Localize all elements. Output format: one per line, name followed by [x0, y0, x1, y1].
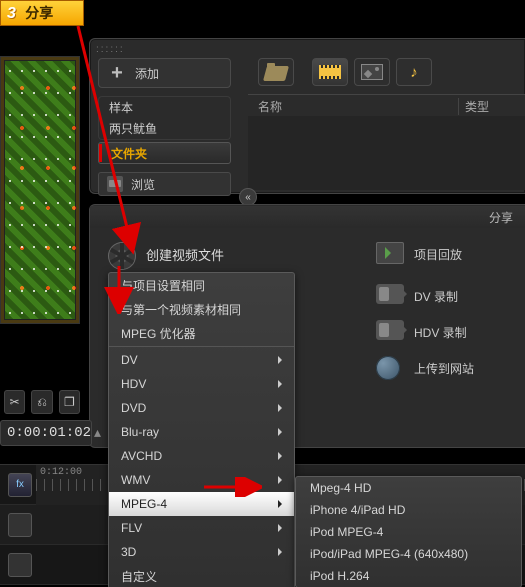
timecode[interactable]: 0:00:01:02 ▴ — [0, 420, 92, 446]
create-video-file[interactable]: 创建视频文件 — [108, 242, 224, 266]
menu-item-same-first[interactable]: 与第一个视频素材相同 — [109, 297, 294, 321]
media-type-bar: ♪ — [248, 55, 525, 89]
menu-item-3d[interactable]: 3D — [109, 540, 294, 564]
menu-item-wmv[interactable]: WMV — [109, 468, 294, 492]
camera-icon — [376, 284, 404, 304]
mpeg4-submenu: Mpeg-4 HDiPhone 4/iPad HDiPod MPEG-4iPod… — [295, 476, 522, 587]
timeline-tools: ✂ ⎌ ❐ — [0, 390, 80, 414]
menu-item-mpeg4[interactable]: MPEG-4 — [109, 492, 294, 516]
step-number: 3 — [7, 5, 16, 22]
globe-icon — [376, 356, 400, 380]
fx-track-icon: fx — [8, 473, 32, 497]
upload-to-web[interactable]: 上传到网站 — [376, 356, 474, 380]
menu-item-dvd[interactable]: DVD — [109, 396, 294, 420]
split-icon: ⎌ — [37, 395, 47, 410]
camera-icon — [376, 320, 404, 340]
submenu-item-ipodmp4[interactable]: iPod MPEG-4 — [296, 521, 521, 543]
menu-item-mpeg-opt[interactable]: MPEG 优化器 — [109, 321, 294, 345]
video-preview[interactable] — [0, 56, 80, 324]
track-icon — [8, 553, 32, 577]
step-share-tag: 3 分享 — [0, 0, 84, 26]
submenu-item-ipodipad[interactable]: iPod/iPad MPEG-4 (640x480) — [296, 543, 521, 565]
copy-tool[interactable]: ❐ — [59, 390, 80, 414]
submenu-item-ipod264[interactable]: iPod H.264 — [296, 565, 521, 587]
add-label: 添加 — [135, 65, 159, 82]
list-body[interactable] — [248, 116, 525, 190]
col-type[interactable]: 类型 — [458, 98, 525, 115]
library-sample[interactable]: 样本 — [98, 96, 231, 118]
menu-item-avchd[interactable]: AVCHD — [109, 444, 294, 468]
scissors-icon: ✂ — [10, 395, 20, 409]
track-icon — [8, 513, 32, 537]
add-button[interactable]: + 添加 — [98, 58, 231, 88]
music-icon: ♪ — [410, 64, 418, 81]
menu-item-flv[interactable]: FLV — [109, 516, 294, 540]
split-tool[interactable]: ⎌ — [31, 390, 52, 414]
plus-icon: + — [107, 63, 127, 83]
copy-icon: ❐ — [64, 395, 75, 409]
create-video-menu: 与项目设置相同与第一个视频素材相同MPEG 优化器 DVHDVDVDBlu-ray… — [108, 272, 295, 587]
browse-icon — [107, 176, 123, 192]
share-panel-header: 分享 — [90, 206, 525, 228]
reel-icon — [108, 242, 136, 270]
browse-button[interactable]: 浏览 — [98, 172, 231, 196]
library-squid[interactable]: 两只鱿鱼 — [98, 118, 231, 140]
folder-button[interactable] — [258, 58, 294, 86]
list-header: 名称 类型 — [248, 94, 525, 118]
film-icon — [319, 65, 341, 79]
audio-filter-button[interactable]: ♪ — [396, 58, 432, 86]
cut-tool[interactable]: ✂ — [4, 390, 25, 414]
menu-separator — [109, 346, 294, 347]
col-name[interactable]: 名称 — [248, 98, 458, 115]
menu-item-custom[interactable]: 自定义 — [109, 564, 294, 587]
selection-marker — [99, 144, 102, 162]
submenu-item-mp4hd[interactable]: Mpeg-4 HD — [296, 477, 521, 499]
folder-icon — [265, 63, 287, 81]
video-filter-button[interactable] — [312, 58, 348, 86]
photo-filter-button[interactable] — [354, 58, 390, 86]
hdv-record[interactable]: HDV 录制 — [376, 320, 467, 344]
menu-item-hdv[interactable]: HDV — [109, 372, 294, 396]
menu-item-dv[interactable]: DV — [109, 348, 294, 372]
submenu-item-iphone4[interactable]: iPhone 4/iPad HD — [296, 499, 521, 521]
time-step-up[interactable]: ▴ — [94, 425, 101, 442]
dv-record[interactable]: DV 录制 — [376, 284, 458, 308]
panel-grip[interactable]: :::::: — [96, 44, 125, 55]
menu-item-same-project[interactable]: 与项目设置相同 — [109, 273, 294, 297]
photo-icon — [361, 64, 383, 80]
menu-item-bluray[interactable]: Blu-ray — [109, 420, 294, 444]
library-folder-selected[interactable]: 文件夹 — [98, 142, 231, 164]
tv-play-icon — [376, 242, 404, 264]
step-label: 分享 — [25, 5, 53, 21]
project-playback[interactable]: 项目回放 — [376, 242, 462, 266]
